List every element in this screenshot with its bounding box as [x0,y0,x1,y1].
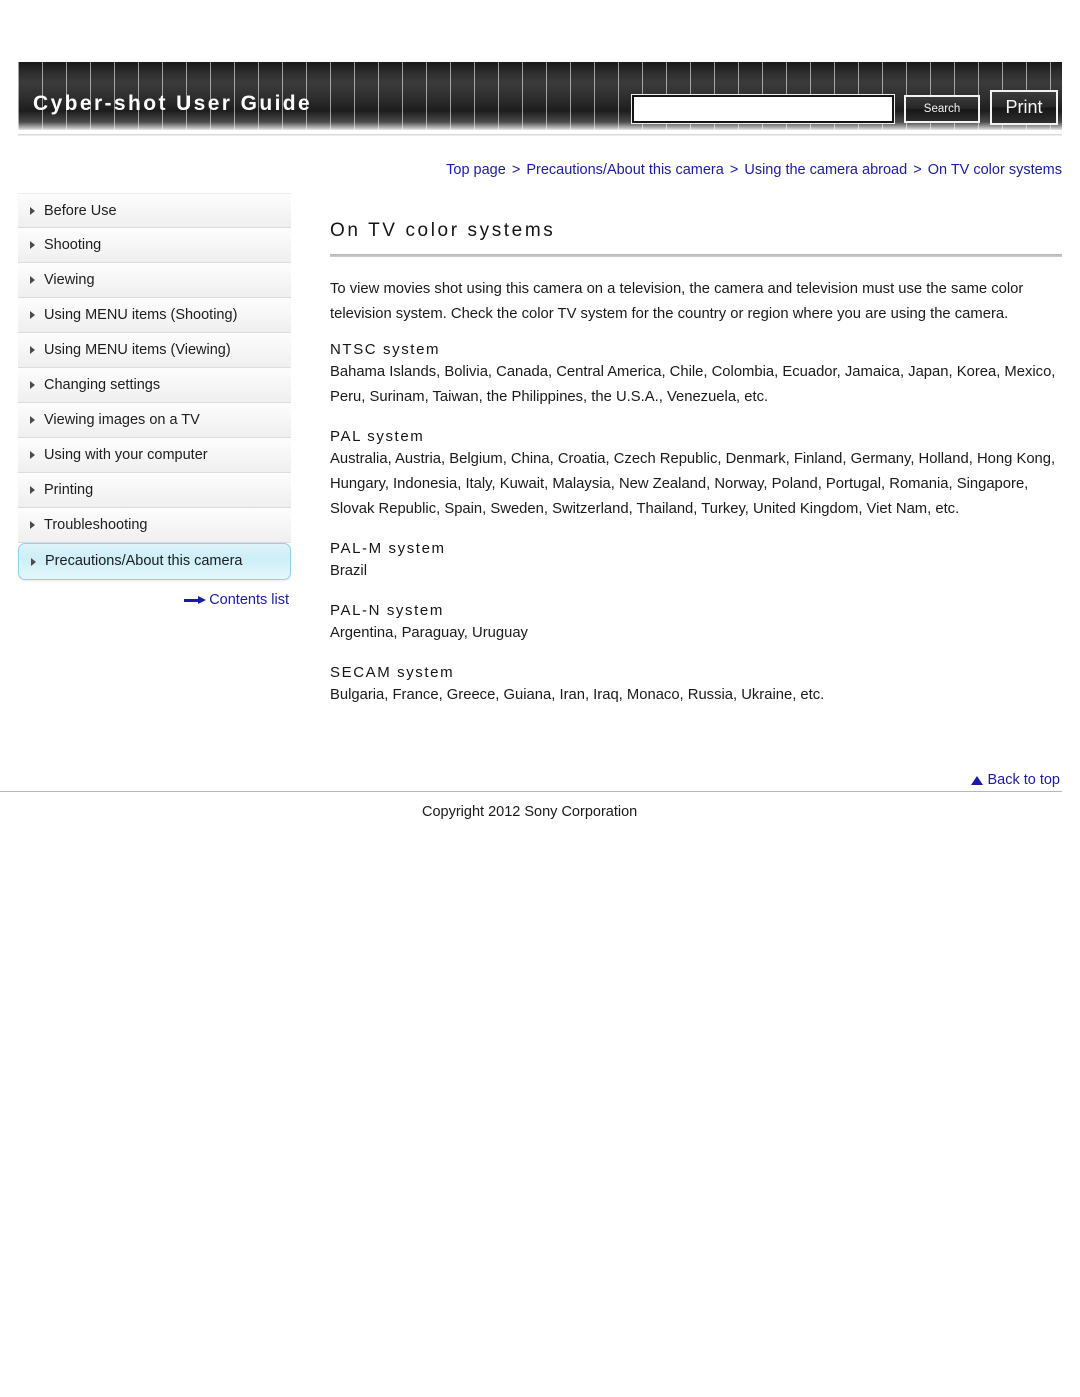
intro-paragraph: To view movies shot using this camera on… [330,281,1024,322]
triangle-right-icon [30,521,35,529]
copyright-text: Copyright 2012 Sony Corporation [422,804,638,820]
sidebar-item-label: Viewing images on a TV [44,412,200,428]
triangle-right-icon [31,557,36,566]
system-countries: Brazil [330,563,367,579]
sidebar-item-using-with-your-computer[interactable]: Using with your computer [18,438,291,473]
search-input[interactable] [631,94,895,124]
sidebar-item-label: Using MENU items (Viewing) [44,342,231,358]
main-content: On TV color systems To view movies shot … [330,220,1062,708]
sidebar-item-label: Using with your computer [44,447,208,463]
sidebar-item-using-menu-items-shooting[interactable]: Using MENU items (Shooting) [18,298,291,333]
breadcrumb-separator: > [507,162,525,178]
system-block-pal-m-system: PAL-M system Brazil [330,540,1062,584]
breadcrumb-item-2[interactable]: Using the camera abroad [744,162,907,178]
site-header: Cyber-shot User Guide Search Print [18,62,1062,136]
system-heading: PAL system [330,428,425,445]
triangle-right-icon [30,381,35,389]
system-block-pal-n-system: PAL-N system Argentina, Paraguay, Uruguay [330,602,1062,646]
sidebar-item-label: Viewing [44,272,95,288]
breadcrumb: Top page > Precautions/About this camera… [0,162,1062,178]
sidebar-item-label: Printing [44,482,94,498]
sidebar-item-precautions-about-this-camera[interactable]: Precautions/About this camera [18,543,291,580]
sidebar-item-viewing[interactable]: Viewing [18,263,291,298]
page-title: On TV color systems [330,220,556,241]
sidebar-item-label: Using MENU items (Shooting) [44,307,238,323]
sidebar-item-shooting[interactable]: Shooting [18,228,291,263]
sidebar-item-troubleshooting[interactable]: Troubleshooting [18,508,291,543]
sidebar-item-before-use[interactable]: Before Use [18,193,291,228]
triangle-up-icon [971,776,984,785]
sidebar-item-printing[interactable]: Printing [18,473,291,508]
triangle-right-icon [30,451,35,459]
search-button[interactable]: Search [904,95,980,123]
triangle-right-icon [30,486,35,494]
sidebar-nav: Before Use Shooting Viewing Using MENU item… [18,193,291,608]
system-heading: PAL-M system [330,540,446,557]
triangle-right-icon [30,346,35,354]
system-block-secam-system: SECAM system Bulgaria, France, Greece, Gu… [330,664,1062,708]
breadcrumb-item-3: On TV color systems [927,162,1062,178]
system-heading: SECAM system [330,664,455,681]
triangle-right-icon [30,311,35,319]
back-to-top-label: Back to top [987,772,1060,788]
system-block-ntsc-system: NTSC system Bahama Islands, Bolivia, Cana… [330,341,1062,410]
sidebar-item-label: Changing settings [44,377,161,393]
system-countries: Bahama Islands, Bolivia, Canada, Central… [330,364,1056,405]
title-divider [330,254,1062,257]
triangle-right-icon [30,276,35,284]
breadcrumb-item-1[interactable]: Precautions/About this camera [526,162,723,178]
system-countries: Australia, Austria, Belgium, China, Croa… [330,451,1056,517]
back-to-top-link[interactable]: Back to top [0,772,1062,791]
contents-list-label: Contents list [209,592,289,608]
system-countries: Argentina, Paraguay, Uruguay [330,625,528,641]
contents-list-link[interactable]: Contents list [18,592,291,608]
system-block-pal-system: PAL system Australia, Austria, Belgium, C… [330,428,1062,522]
breadcrumb-separator: > [725,162,743,178]
sidebar-item-label: Troubleshooting [44,517,148,533]
system-heading: PAL-N system [330,602,444,619]
triangle-right-icon [30,206,35,215]
brand-title: Cyber-shot User Guide [33,92,313,115]
sidebar-item-label: Precautions/About this camera [45,553,243,569]
sidebar-item-viewing-images-on-a-tv[interactable]: Viewing images on a TV [18,403,291,438]
sidebar-item-label: Before Use [44,203,117,219]
triangle-right-icon [30,416,35,424]
page-footer: Back to top Copyright 2012 Sony Corporat… [0,772,1062,820]
footer-divider [0,791,1062,792]
sidebar-item-using-menu-items-viewing[interactable]: Using MENU items (Viewing) [18,333,291,368]
header-underline [18,134,1062,136]
sidebar-item-changing-settings[interactable]: Changing settings [18,368,291,403]
breadcrumb-separator: > [909,162,926,178]
sidebar-item-label: Shooting [44,237,102,253]
breadcrumb-item-0[interactable]: Top page [446,162,506,178]
print-button[interactable]: Print [990,90,1058,125]
arrow-right-icon [184,595,207,605]
system-countries: Bulgaria, France, Greece, Guiana, Iran, … [330,687,825,703]
tv-systems-list: NTSC system Bahama Islands, Bolivia, Cana… [330,341,1062,708]
triangle-right-icon [30,241,35,249]
system-heading: NTSC system [330,341,441,358]
